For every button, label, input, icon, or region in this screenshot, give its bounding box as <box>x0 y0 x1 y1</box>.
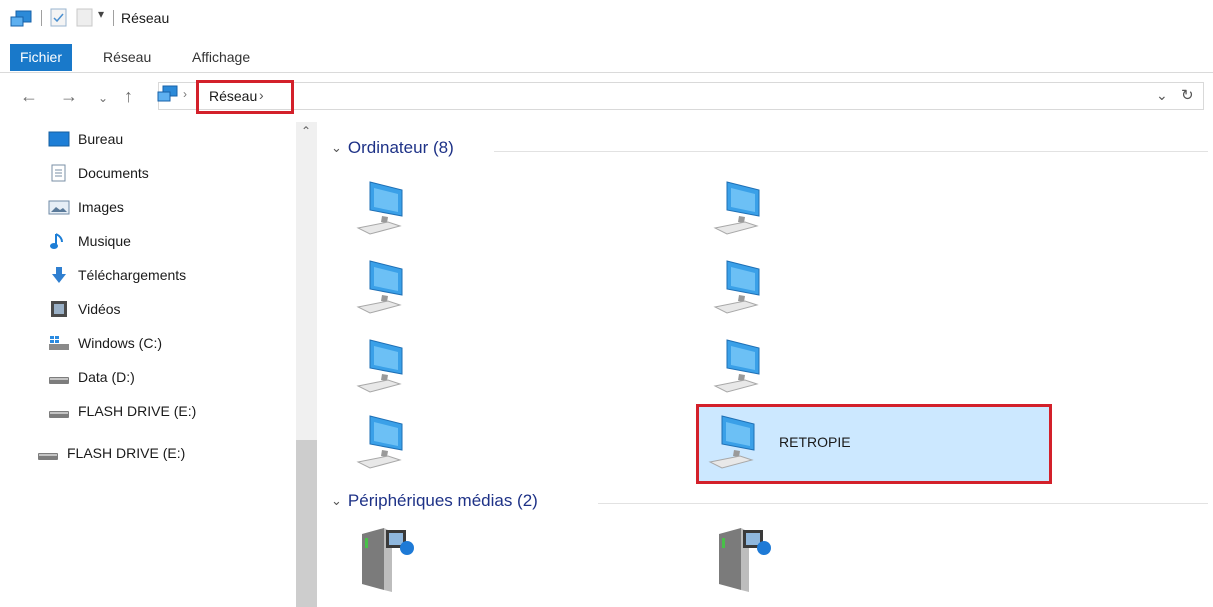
desktop-icon <box>48 131 70 147</box>
sidebar-item-telechargements[interactable]: Téléchargements <box>48 260 186 290</box>
sidebar-item-label: Vidéos <box>78 301 121 317</box>
videos-icon <box>51 301 67 317</box>
sidebar-scrollbar[interactable]: ⌃ <box>296 122 317 607</box>
sidebar-item-label: Documents <box>78 165 149 181</box>
collapse-chevron-icon[interactable]: ⌄ <box>331 493 342 509</box>
sidebar-item-label: Data (D:) <box>78 369 135 385</box>
scroll-up-icon[interactable]: ⌃ <box>301 124 311 138</box>
back-button[interactable]: ← <box>20 86 38 106</box>
group-divider <box>494 151 1208 152</box>
network-icon <box>157 85 178 102</box>
properties-icon[interactable] <box>50 8 68 28</box>
new-folder-icon[interactable] <box>76 8 94 28</box>
tab-network[interactable]: Réseau <box>93 44 161 71</box>
music-icon <box>50 233 63 249</box>
drive-icon <box>49 411 69 418</box>
refresh-icon[interactable]: ↻ <box>1181 86 1194 104</box>
documents-icon <box>51 164 66 182</box>
computer-icon[interactable] <box>350 334 420 404</box>
ribbon-tabs: Fichier Réseau Affichage <box>0 38 1213 73</box>
group-header-media[interactable]: ⌄ Périphériques médias (2) <box>331 491 538 511</box>
computer-icon[interactable] <box>350 255 420 325</box>
navigation-bar: ← → ⌄ ↑ › Réseau › ⌄ ↻ <box>0 78 1213 114</box>
sidebar-item-musique[interactable]: Musique <box>48 226 131 256</box>
title-bar: ▾ Réseau <box>0 0 1213 38</box>
sidebar-item-videos[interactable]: Vidéos <box>48 294 121 324</box>
address-bar[interactable]: › Réseau › ⌄ ↻ <box>158 82 1204 110</box>
sidebar-item-flash-drive[interactable]: FLASH DRIVE (E:) <box>48 396 196 426</box>
sidebar-item-images[interactable]: Images <box>48 192 124 222</box>
recent-locations-button[interactable]: ⌄ <box>98 88 108 108</box>
drive-icon <box>49 377 69 384</box>
group-header-computers[interactable]: ⌄ Ordinateur (8) <box>331 138 454 158</box>
media-device-icon[interactable] <box>707 524 777 594</box>
group-header-label: Ordinateur (8) <box>347 138 454 157</box>
sidebar-item-label: FLASH DRIVE (E:) <box>67 445 186 461</box>
tab-view[interactable]: Affichage <box>182 44 260 71</box>
toolbar-separator <box>41 10 42 26</box>
navigation-pane: Bureau Documents Images Musique Téléchar… <box>0 122 295 607</box>
network-icon <box>10 10 32 27</box>
tab-file[interactable]: Fichier <box>10 44 73 71</box>
sidebar-item-label: FLASH DRIVE (E:) <box>78 403 197 419</box>
pictures-icon <box>48 200 70 215</box>
customize-toolbar-icon[interactable]: ▾ <box>98 7 104 21</box>
sidebar-item-bureau[interactable]: Bureau <box>48 124 123 154</box>
windows-drive-icon <box>49 336 69 350</box>
computer-icon[interactable] <box>350 176 420 246</box>
scrollbar-thumb[interactable] <box>296 440 317 607</box>
computer-name-retropie[interactable]: RETROPIE <box>779 434 851 450</box>
computer-icon[interactable] <box>707 334 777 404</box>
sidebar-item-windows-c[interactable]: Windows (C:) <box>48 328 162 358</box>
computer-icon[interactable] <box>707 176 777 246</box>
computer-icon[interactable] <box>707 255 777 325</box>
download-icon <box>52 267 66 283</box>
drive-icon <box>38 453 58 460</box>
sidebar-item-flash-drive-root[interactable]: FLASH DRIVE (E:) <box>37 438 185 468</box>
forward-button[interactable]: → <box>60 86 78 106</box>
highlight-box <box>196 80 294 114</box>
sidebar-item-label: Windows (C:) <box>78 335 163 351</box>
sidebar-item-label: Bureau <box>78 131 124 147</box>
group-divider <box>598 503 1208 504</box>
collapse-chevron-icon[interactable]: ⌄ <box>331 140 342 156</box>
up-button[interactable]: ↑ <box>124 86 133 106</box>
window-title: Réseau <box>121 10 170 26</box>
breadcrumb-chevron-icon[interactable]: › <box>183 87 187 101</box>
toolbar-separator <box>113 10 114 26</box>
group-header-label: Périphériques médias (2) <box>347 491 538 510</box>
address-dropdown-icon[interactable]: ⌄ <box>1156 87 1168 104</box>
media-device-icon[interactable] <box>350 524 420 594</box>
computer-icon[interactable] <box>702 410 772 480</box>
sidebar-item-label: Téléchargements <box>78 267 187 283</box>
sidebar-item-label: Musique <box>78 233 131 249</box>
sidebar-item-data-d[interactable]: Data (D:) <box>48 362 135 392</box>
computer-icon[interactable] <box>350 410 420 480</box>
sidebar-item-documents[interactable]: Documents <box>48 158 149 188</box>
sidebar-item-label: Images <box>78 199 124 215</box>
